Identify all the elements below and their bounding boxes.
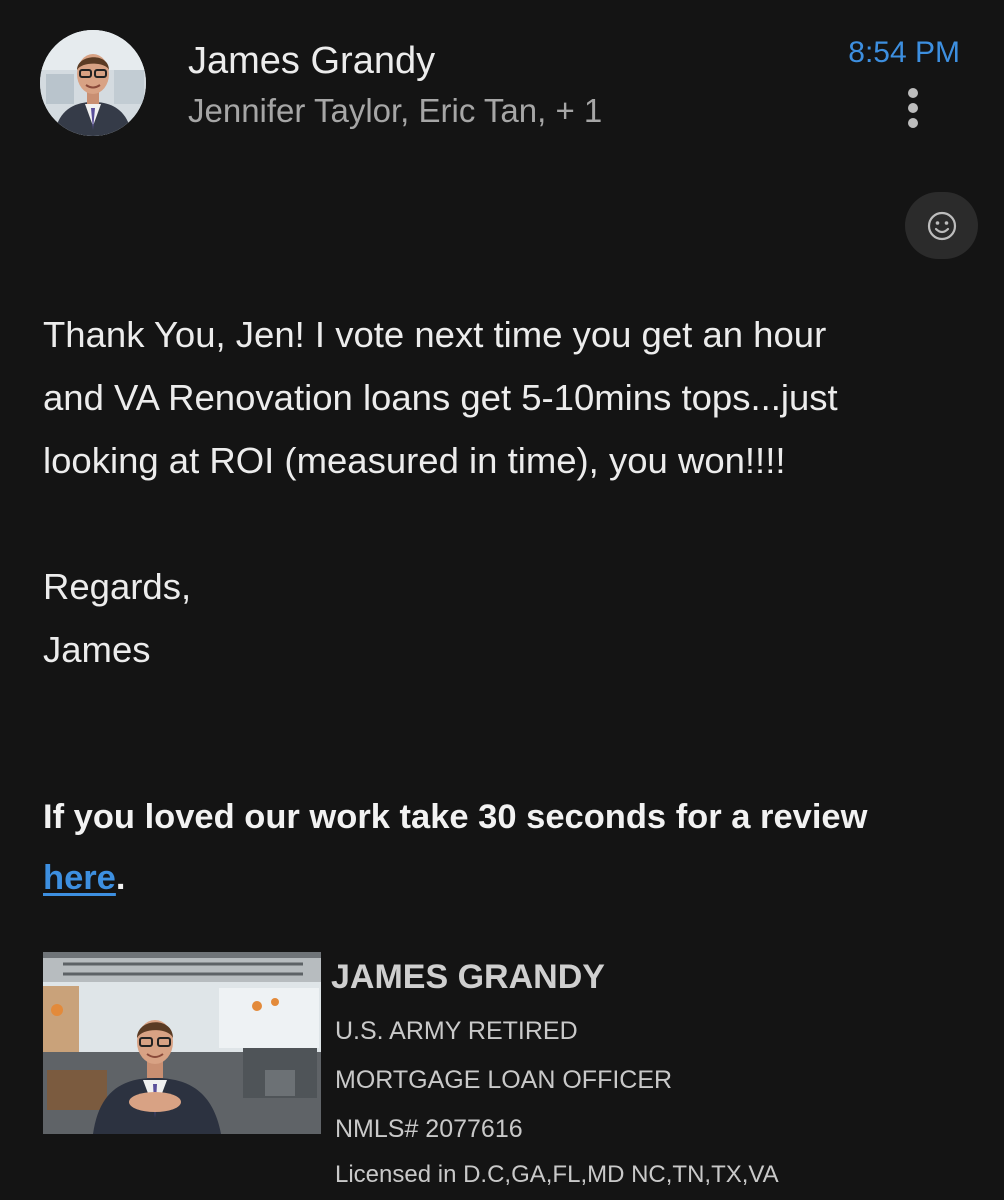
smiley-icon: [927, 211, 957, 241]
message-line: and VA Renovation loans get 5-10mins top…: [43, 377, 838, 418]
signature-title: MORTGAGE LOAN OFFICER: [335, 1066, 673, 1094]
signature-nmls: NMLS# 2077616: [335, 1115, 523, 1143]
signature-name: JAMES GRANDY: [331, 958, 605, 996]
person-photo-icon: [40, 30, 146, 136]
sender-name: James Grandy: [188, 40, 436, 82]
sender-avatar[interactable]: [40, 30, 146, 136]
message-line: looking at ROI (measured in time), you w…: [43, 440, 786, 481]
signature-licenses: Licensed in D.C,GA,FL,MD NC,TN,TX,VA: [335, 1161, 779, 1188]
review-text: If you loved our work take 30 seconds fo…: [43, 798, 868, 836]
signature-photo: [43, 952, 321, 1134]
more-options-icon[interactable]: [894, 84, 932, 132]
message-closing: Regards, James: [43, 555, 191, 681]
review-request: If you loved our work take 30 seconds fo…: [43, 787, 867, 909]
signoff-text: James: [43, 629, 151, 670]
message-line: Thank You, Jen! I vote next time you get…: [43, 314, 827, 355]
message-timestamp: 8:54 PM: [848, 36, 960, 69]
recipients-list[interactable]: Jennifer Taylor, Eric Tan, + 1: [188, 92, 602, 130]
review-link[interactable]: here: [43, 859, 116, 897]
closing-text: Regards,: [43, 566, 192, 607]
signature-rank: U.S. ARMY RETIRED: [335, 1017, 578, 1045]
review-suffix: .: [115, 859, 126, 897]
add-reaction-button[interactable]: [905, 192, 978, 259]
message-body: Thank You, Jen! I vote next time you get…: [43, 303, 973, 492]
person-office-photo-icon: [43, 952, 321, 1134]
